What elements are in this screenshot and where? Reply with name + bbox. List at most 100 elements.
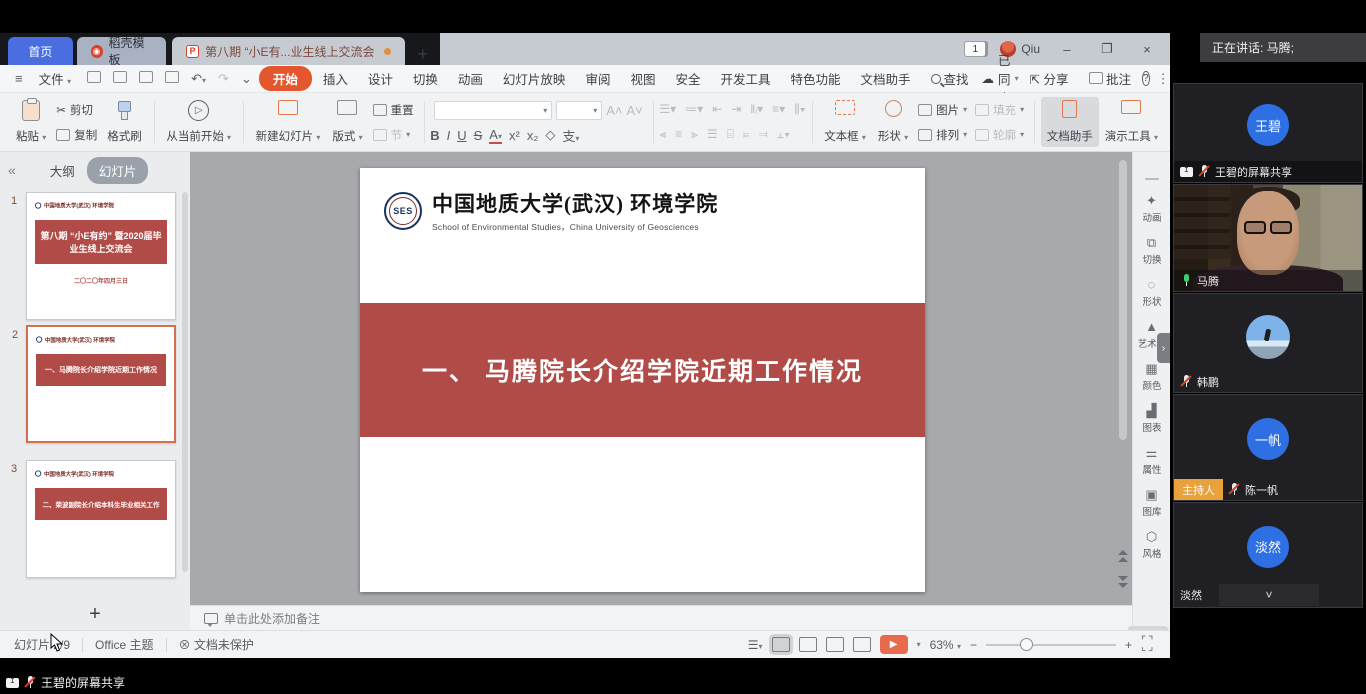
presentation-tools-button[interactable]: 演示工具 ▾ — [1099, 97, 1164, 147]
menu-tab-start[interactable]: 开始 — [259, 66, 312, 91]
participant-tile-chenyifan[interactable]: 一帆 主持人 陈一帆 — [1173, 394, 1363, 501]
layout-button[interactable]: 版式 ▾ — [326, 97, 368, 147]
print-icon[interactable] — [108, 71, 132, 86]
textbox-button[interactable]: 文本框 ▾ — [818, 97, 872, 147]
participant-tile-wangbi[interactable]: 王碧 王碧的屏幕共享 — [1173, 83, 1363, 183]
slide-sorter-button[interactable] — [799, 637, 817, 652]
menu-tab-security[interactable]: 安全 — [666, 66, 709, 91]
line-spacing-icon[interactable]: ≡▾ — [772, 102, 785, 117]
menu-tab-design[interactable]: 设计 — [359, 66, 402, 91]
play-options-icon[interactable]: ▾ — [917, 640, 921, 649]
zoom-slider[interactable] — [986, 644, 1116, 646]
section-button[interactable]: 节 ▾ — [369, 126, 418, 144]
tool-shapes[interactable]: ◌形状 — [1142, 277, 1162, 308]
distribute-icon[interactable]: ⌸ — [727, 127, 734, 142]
collapse-participants-button[interactable]: ˅ — [1219, 584, 1319, 606]
menu-tab-doc-assistant[interactable]: 文档助手 — [852, 66, 920, 91]
picture-button[interactable]: 图片 ▾ — [914, 101, 971, 119]
bullet-list-icon[interactable]: ☰▾ — [659, 102, 676, 117]
menu-tab-transition[interactable]: 切换 — [404, 66, 447, 91]
panel-scrollbar[interactable] — [182, 192, 188, 572]
tab-home[interactable]: 首页 — [8, 37, 73, 65]
protection-status[interactable]: ⊗ 文档未保护 — [179, 636, 254, 653]
align-center-icon[interactable]: ≡ — [675, 127, 682, 142]
indent-icon[interactable]: ⇥ — [731, 102, 741, 117]
format-painter-button[interactable]: 格式刷 — [101, 97, 148, 147]
clear-format-icon[interactable]: ◇ — [545, 127, 555, 143]
menu-tab-features[interactable]: 特色功能 — [782, 66, 850, 91]
fill-button[interactable]: 填充 ▾ — [971, 101, 1028, 119]
paste-button[interactable]: 粘贴 ▾ — [10, 97, 52, 147]
participant-tile-mateng[interactable]: 马腾 — [1173, 184, 1363, 292]
slide-thumbnail-1[interactable]: 1 中国地质大学(武汉) 环境学院 第八期 “小E有约” 暨2020届毕业生线上… — [26, 192, 176, 320]
file-menu[interactable]: 文件 ▾ — [30, 66, 81, 91]
zoom-level[interactable]: 63% ▾ — [930, 638, 961, 652]
menu-tab-insert[interactable]: 插入 — [314, 66, 357, 91]
strike-button[interactable]: S — [474, 128, 483, 143]
reset-button[interactable]: 重置 — [369, 101, 418, 119]
font-name-select[interactable]: ▾ — [434, 101, 552, 120]
hamburger-icon[interactable]: ≡ — [10, 71, 28, 86]
tab-templates[interactable]: ◉ 稻壳模板 — [77, 37, 166, 65]
next-slide-button[interactable] — [1118, 576, 1128, 588]
italic-button[interactable]: I — [447, 128, 451, 143]
outdent-icon[interactable]: ⇤ — [712, 102, 722, 117]
share-button[interactable]: ⇱ 分享 — [1021, 66, 1078, 91]
font-color-button[interactable]: A▾ — [489, 127, 502, 144]
tool-animation[interactable]: ✦动画 — [1142, 193, 1162, 224]
export-icon[interactable] — [134, 71, 158, 86]
tool-transition[interactable]: ⧉切换 — [1142, 235, 1162, 266]
menu-tab-review[interactable]: 审阅 — [576, 66, 619, 91]
notes-bar[interactable]: 单击此处添加备注 — [190, 605, 1132, 630]
copy-button[interactable]: 复制 — [52, 126, 101, 144]
justify-icon[interactable]: ☰ — [707, 127, 718, 142]
vertical-scrollbar[interactable] — [1119, 160, 1127, 440]
slide-thumbnail-3[interactable]: 3 中国地质大学(武汉) 环境学院 二、荣波副院长介绍本科生毕业相关工作 — [26, 460, 176, 578]
superscript-button[interactable]: x² — [509, 128, 520, 143]
font-size-select[interactable]: ▾ — [556, 101, 602, 120]
slide-title-banner[interactable]: 一、 马腾院长介绍学院近期工作情况 — [360, 303, 925, 437]
tab-outline[interactable]: 大纲 — [38, 157, 87, 184]
menu-tab-view[interactable]: 视图 — [621, 66, 664, 91]
notes-toggle-icon[interactable]: ☰▾ — [748, 638, 763, 652]
tab-slides[interactable]: 幻灯片 — [87, 157, 149, 184]
undo-icon[interactable]: ↶▾ — [186, 71, 211, 87]
columns-icon[interactable]: ⫼▾ — [794, 102, 805, 117]
tool-gallery[interactable]: ▣图库 — [1142, 487, 1162, 518]
text-effects-button[interactable]: 支▾ — [562, 126, 579, 145]
increase-font-icon[interactable]: A˄ — [606, 103, 622, 118]
tool-chart[interactable]: ▟图表 — [1142, 403, 1162, 434]
normal-view-button[interactable] — [772, 637, 790, 652]
slide-canvas[interactable]: SES 中国地质大学(武汉) 环境学院 School of Environmen… — [360, 168, 925, 592]
tools-grip[interactable] — [1145, 178, 1159, 180]
menu-tab-slideshow[interactable]: 幻灯片放映 — [494, 66, 575, 91]
tool-properties[interactable]: ⚌属性 — [1142, 445, 1162, 476]
zoom-in-button[interactable]: + — [1125, 638, 1132, 652]
theme-name[interactable]: Office 主题 — [95, 636, 153, 653]
menu-tab-animation[interactable]: 动画 — [449, 66, 492, 91]
align-top-icon[interactable]: ⫢ — [743, 127, 750, 142]
outline-button[interactable]: 轮廓 ▾ — [971, 126, 1028, 144]
align-bottom-icon[interactable]: ⫠▾ — [777, 127, 790, 142]
fit-to-window-icon[interactable] — [1141, 637, 1156, 652]
menu-tab-devtools[interactable]: 开发工具 — [711, 66, 779, 91]
align-middle-icon[interactable]: ⫤ — [759, 127, 768, 142]
decrease-font-icon[interactable]: A˅ — [626, 103, 642, 118]
previous-slide-button[interactable] — [1118, 550, 1128, 562]
print-preview-icon[interactable] — [160, 71, 184, 86]
participant-tile-danran[interactable]: 淡然 淡然 ˅ — [1173, 502, 1363, 608]
participant-tile-hanpeng[interactable]: 韩鹏 — [1173, 293, 1363, 393]
play-from-current-button[interactable]: ▷ 从当前开始 ▾ — [160, 97, 237, 147]
minimize-button[interactable]: – — [1054, 42, 1080, 57]
restore-button[interactable]: ❐ — [1094, 41, 1120, 57]
align-left-icon[interactable]: ⫷ — [659, 127, 666, 142]
save-icon[interactable] — [82, 71, 106, 86]
new-slide-button[interactable]: 新建幻灯片 ▾ — [250, 97, 327, 147]
bold-button[interactable]: B — [430, 128, 439, 143]
arrange-button[interactable]: 排列 ▾ — [914, 126, 971, 144]
doc-assistant-button[interactable]: 文档助手 — [1041, 97, 1099, 147]
underline-button[interactable]: U — [457, 128, 466, 143]
text-direction-icon[interactable]: ‖ᵢ▾ — [750, 102, 763, 117]
presenter-view-button[interactable] — [853, 637, 871, 652]
redo-icon[interactable]: ↷ — [213, 71, 234, 87]
